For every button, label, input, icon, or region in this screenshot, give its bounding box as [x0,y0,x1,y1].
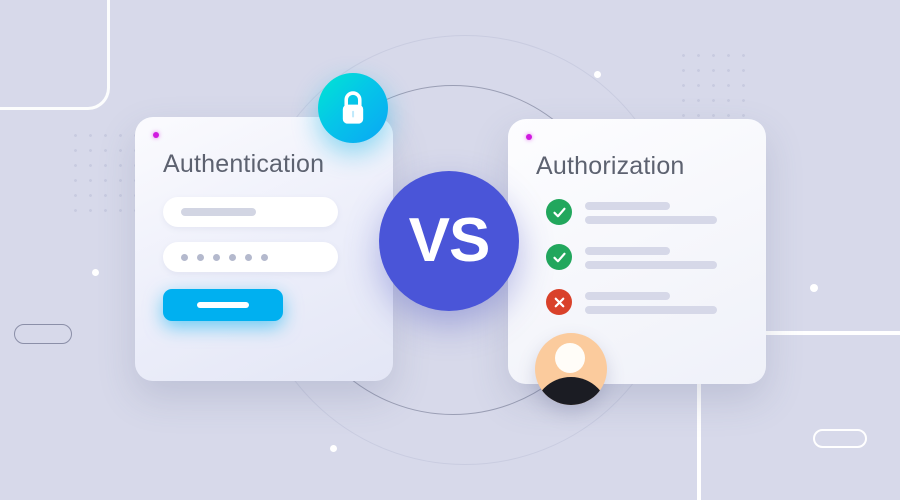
pill-outline-right-icon [813,429,867,448]
password-field[interactable] [163,242,338,272]
corner-frame-top-left-icon [0,0,110,110]
card-accent-dot [526,134,532,140]
permission-text-placeholder [585,247,717,275]
versus-badge: VS [379,171,519,311]
white-dot-left-icon [92,269,99,276]
white-dot-right-icon [810,284,818,292]
x-circle-icon [546,289,572,315]
submit-button[interactable] [163,289,283,321]
password-field-value [181,254,268,261]
check-circle-icon [546,244,572,270]
avatar-head [555,343,585,373]
submit-button-label [197,302,249,308]
authorization-card-title: Authorization [536,152,685,180]
permission-text-placeholder [585,202,717,230]
user-avatar [535,333,607,405]
illustration-canvas: Authentication Authorization VS [0,0,900,500]
username-field-value [181,208,256,216]
dot-grid-top-right-icon [676,48,756,128]
check-circle-icon [546,199,572,225]
username-field[interactable] [163,197,338,227]
white-dot-bottom-icon [330,445,337,452]
pill-outline-left-icon [14,324,72,344]
lock-icon [318,73,388,143]
authentication-card-title: Authentication [163,150,325,178]
authentication-card: Authentication [135,117,393,381]
avatar-body [535,377,607,405]
white-dot-top-icon [594,71,601,78]
permission-text-placeholder [585,292,717,320]
card-accent-dot [153,132,159,138]
versus-label: VS [408,206,491,275]
